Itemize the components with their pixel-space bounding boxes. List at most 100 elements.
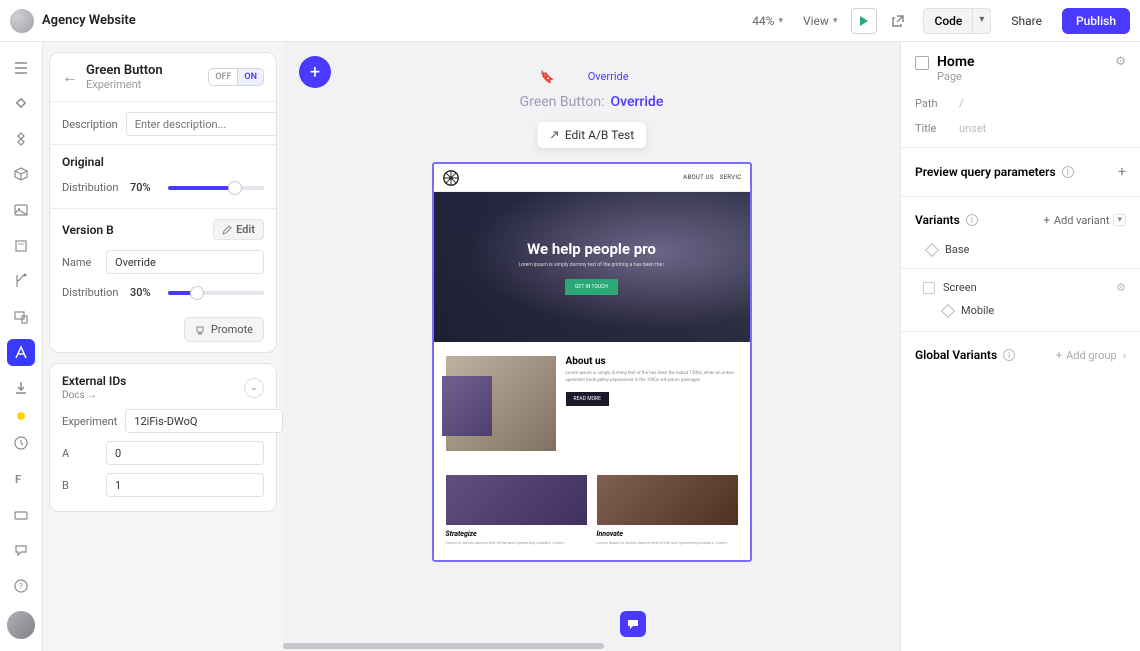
add-group-button[interactable]: + Add group [1056,349,1117,362]
id-label: B [62,479,98,492]
card-title: Innovate [597,530,738,538]
gear-icon[interactable]: ⚙ [1116,281,1126,294]
chat-button[interactable] [620,611,646,637]
checkbox-icon[interactable] [923,282,935,294]
code-button[interactable]: Code [923,8,973,34]
external-ids-title: External IDs [62,374,126,388]
play-button[interactable] [851,8,877,34]
info-icon[interactable]: i [1062,166,1074,178]
card-image [446,475,587,525]
variant-screen[interactable]: Screen ⚙ [901,275,1140,300]
collapse-button[interactable]: ⌄ [244,378,264,398]
diamond-icon [941,303,955,317]
experiment-toggle[interactable]: OFF ON [208,68,264,86]
variant-a-id-input[interactable] [106,441,264,465]
docs-link[interactable]: Docs → [62,390,126,401]
distribution-slider[interactable] [168,291,264,295]
rail-responsive-icon[interactable] [7,303,35,331]
variant-mobile[interactable]: Mobile [901,300,1140,325]
project-title: Agency Website [42,13,136,28]
info-icon[interactable]: i [1003,349,1015,361]
override-chip[interactable]: Override [588,70,629,83]
rail-box-icon[interactable] [7,161,35,189]
edit-variant-button[interactable]: Edit [213,219,264,240]
rail-import-icon[interactable] [7,374,35,402]
rail-image-icon[interactable] [7,196,35,224]
experiment-name: Green Button [86,63,200,78]
view-control[interactable]: View ▾ [797,10,843,32]
description-input[interactable] [126,112,277,136]
id-label: A [62,447,98,460]
edit-ab-test-button[interactable]: Edit A/B Test [537,122,646,148]
global-variants-title: Global Variants [915,348,997,362]
slider-thumb[interactable] [228,181,242,195]
card-image [597,475,738,525]
nav-link: ABOUT US [683,174,713,181]
trophy-icon [195,325,205,335]
rail-keyboard-icon[interactable] [7,501,35,529]
variant-b-id-input[interactable] [106,473,264,497]
info-icon[interactable]: i [966,214,978,226]
add-variant-button[interactable]: + Add variant [1044,214,1110,227]
toggle-off[interactable]: OFF [209,69,237,85]
external-link-icon [549,130,559,140]
rail-frame-icon[interactable] [7,232,35,260]
user-avatar[interactable] [7,611,35,639]
version-b-title: Version B [62,223,114,237]
rail-branch-icon[interactable] [7,267,35,295]
canvas-frame[interactable]: ABOUT US SERVIC We help people pro Lorem… [432,162,752,562]
gear-icon[interactable]: ⚙ [1115,54,1126,68]
path-value[interactable]: / [959,97,964,110]
chevron-right-icon[interactable]: › [1123,349,1126,362]
hero-subtitle: Lorem ipsum is simply dummy text of the … [518,262,664,269]
rail-help-icon[interactable]: ? [7,572,35,600]
chat-icon [626,617,640,631]
original-title: Original [62,155,264,169]
rail-components-icon[interactable] [7,125,35,153]
scrollbar-thumb[interactable] [283,643,604,649]
inspector-subtitle: Page [937,70,1107,83]
rail-font-icon[interactable]: F [7,465,35,493]
slider-thumb[interactable] [190,286,204,300]
id-label: Experiment [62,415,117,428]
variants-section-title: Variants [915,213,960,227]
share-button[interactable]: Share [999,9,1054,33]
external-link-icon [891,14,905,28]
variant-base[interactable]: Base [901,237,1140,262]
distribution-label: Distribution [62,286,122,299]
add-fab-button[interactable]: + [299,56,331,88]
publish-button[interactable]: Publish [1062,8,1130,34]
chevron-down-icon: ▾ [778,16,783,26]
code-dropdown[interactable]: ▾ [973,8,991,34]
variant-name-input[interactable] [106,250,264,274]
toggle-on[interactable]: ON [237,69,263,85]
rail-chat-icon[interactable] [7,536,35,564]
rail-history-icon[interactable] [7,430,35,458]
distribution-value: 70% [130,181,160,194]
hero-cta: GET IN TOUCH [565,279,618,295]
chevron-down-icon: ▾ [833,16,838,26]
card-title: Strategize [446,530,587,538]
about-body: Lorem ipsum is simply dummy text of the … [566,371,738,385]
title-value[interactable]: unset [959,122,986,135]
bookmark-icon[interactable]: 🔖 [540,70,555,84]
open-external-button[interactable] [885,8,911,34]
zoom-control[interactable]: 44% ▾ [746,10,789,32]
variant-dropdown[interactable]: ▾ [1113,214,1126,226]
distribution-slider[interactable] [168,186,264,190]
add-param-button[interactable]: + [1118,164,1126,180]
rail-experiments-icon[interactable] [7,339,35,367]
site-logo-icon [442,169,460,187]
app-logo[interactable] [10,9,34,33]
inspector-title: Home [937,54,1107,70]
rail-diamond-icon[interactable] [7,90,35,118]
about-image [446,356,556,451]
experiment-id-input[interactable] [125,409,283,433]
promote-button[interactable]: Promote [184,317,264,342]
plus-icon: + [1056,349,1062,362]
horizontal-scrollbar[interactable] [283,643,900,649]
back-arrow-icon[interactable]: ← [62,67,78,87]
about-title: About us [566,356,738,367]
description-label: Description [62,118,118,131]
rail-menu-icon[interactable] [7,54,35,82]
